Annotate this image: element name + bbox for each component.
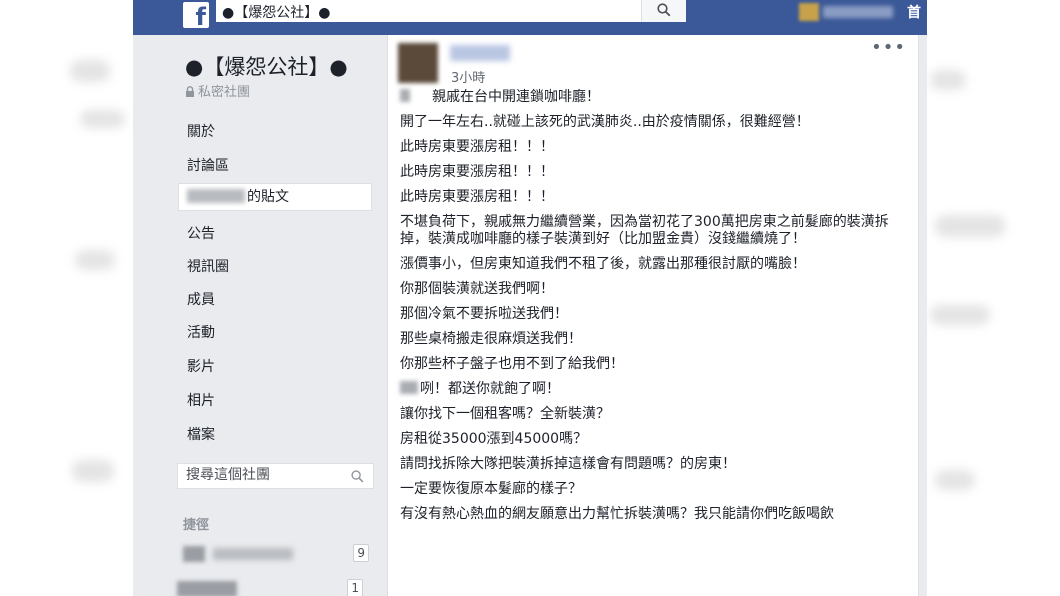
top-search-input[interactable]: ●【爆怨公社】● [216,0,641,22]
group-sidebar: ●【爆怨公社】● 私密社團 關於 討論區 的貼文 公告 視訊圈 成員 活動 影片… [133,35,383,596]
background-blur [72,460,114,482]
post-line: 有沒有熱心熱血的網友願意出力幫忙拆裝潢嗎？我只能請你們吃飯喝飲 [400,506,834,522]
sidebar-item-announcements[interactable]: 公告 [187,223,215,243]
shortcut-label [213,548,293,560]
group-search-input[interactable] [186,467,336,483]
post-line: 此時房東要漲房租！！！ [400,164,554,180]
background-blur [80,110,125,128]
redacted-text [400,381,418,394]
lock-icon [186,86,194,97]
background-blur [935,215,1005,237]
post-line: 那個冷氣不要拆啦送我們！ [400,306,568,322]
post-timestamp[interactable]: 3小時 [451,67,485,86]
more-options-icon[interactable]: ••• [871,37,906,58]
facebook-window: f ●【爆怨公社】● 首 ●【爆怨公社】● 私密社團 關於 討論區 的貼文 公告… [133,0,927,596]
post-line: 此時房東要漲房租！！！ [400,189,554,205]
background-blur [75,250,115,270]
shortcuts-heading: 捷徑 [183,518,210,533]
sidebar-item-label: 的貼文 [247,189,289,205]
user-name[interactable] [823,6,893,18]
privacy-label: 私密社團 [185,81,250,100]
facebook-logo-icon[interactable]: f [183,2,209,28]
redacted-text [400,89,410,102]
post-line: 漲價事小，但房東知道我們不租了後，就露出那種很討厭的嘴臉！ [400,256,806,272]
redacted-name [187,189,245,203]
post-body: 親戚在台中開連鎖咖啡廳！ 開了一年左右..就碰上該死的武漢肺炎..由於疫情關係，… [400,89,908,531]
post-line: 你那個裝潢就送我們啊！ [400,281,554,297]
post-line: 不堪負荷下，親戚無力繼續營業，因為當初花了300萬把房東之前髮廊的裝潢拆掉，裝潢… [400,214,889,247]
post-card: 3小時 ••• 親戚在台中開連鎖咖啡廳！ 開了一年左右..就碰上該死的武漢肺炎.… [387,35,919,596]
background-blur [930,70,966,90]
sidebar-item-members[interactable]: 成員 [187,289,215,309]
sidebar-item-discussion[interactable]: 討論區 [187,155,229,175]
group-name[interactable]: ●【爆怨公社】● [185,51,348,81]
author-name[interactable] [450,45,510,61]
post-line: 那些桌椅搬走很麻煩送我們！ [400,331,582,347]
post-line: 親戚在台中開連鎖咖啡廳！ [400,89,908,106]
author-avatar[interactable] [398,43,438,83]
post-line: 開了一年左右..就碰上該死的武漢肺炎..由於疫情關係，很難經營！ [400,114,810,130]
shortcut-thumbnail [177,581,237,596]
post-line: 此時房東要漲房租！！！ [400,139,554,155]
background-blur [935,470,975,490]
sidebar-item-video-chat[interactable]: 視訊圈 [187,256,229,276]
user-avatar[interactable] [799,3,819,21]
post-line: 你那些杯子盤子也用不到了給我們！ [400,356,624,372]
home-link[interactable]: 首 [907,2,921,22]
post-line: 讓你找下一個租客嗎？全新裝潢？ [400,406,610,422]
search-icon [657,3,671,17]
background-blur [930,305,990,325]
post-line: 一定要恢復原本髮廊的樣子？ [400,481,582,497]
sidebar-item-events[interactable]: 活動 [187,322,215,342]
top-bar: f ●【爆怨公社】● 首 [133,0,927,35]
sidebar-item-videos[interactable]: 影片 [187,356,215,376]
shortcut-count-badge: 9 [353,544,369,562]
group-search-box [177,463,374,489]
shortcut-item[interactable]: 9 [183,543,373,565]
top-search-value: ●【爆怨公社】● [222,5,331,21]
sidebar-item-member-posts[interactable]: 的貼文 [178,183,372,211]
post-line: 請問找拆除大隊把裝潢拆掉這樣會有問題嗎？的房東！ [400,456,736,472]
sidebar-item-files[interactable]: 檔案 [187,424,215,444]
privacy-text: 私密社團 [198,85,251,100]
search-icon[interactable] [351,470,364,483]
shortcut-item[interactable]: 1 [177,578,367,596]
background-blur [70,60,110,82]
post-line-text: 親戚在台中開連鎖咖啡廳！ [432,89,600,105]
shortcut-thumbnail [183,546,205,562]
post-line: 房租從35000漲到45000嗎？ [400,431,588,447]
shortcut-count-badge: 1 [347,579,363,596]
post-line: 咧！都送你就飽了啊！ [400,381,908,398]
sidebar-item-about[interactable]: 關於 [187,121,215,141]
post-line-text: 咧！都送你就飽了啊！ [420,381,560,397]
top-search-button[interactable] [641,0,686,22]
sidebar-item-photos[interactable]: 相片 [187,390,215,410]
